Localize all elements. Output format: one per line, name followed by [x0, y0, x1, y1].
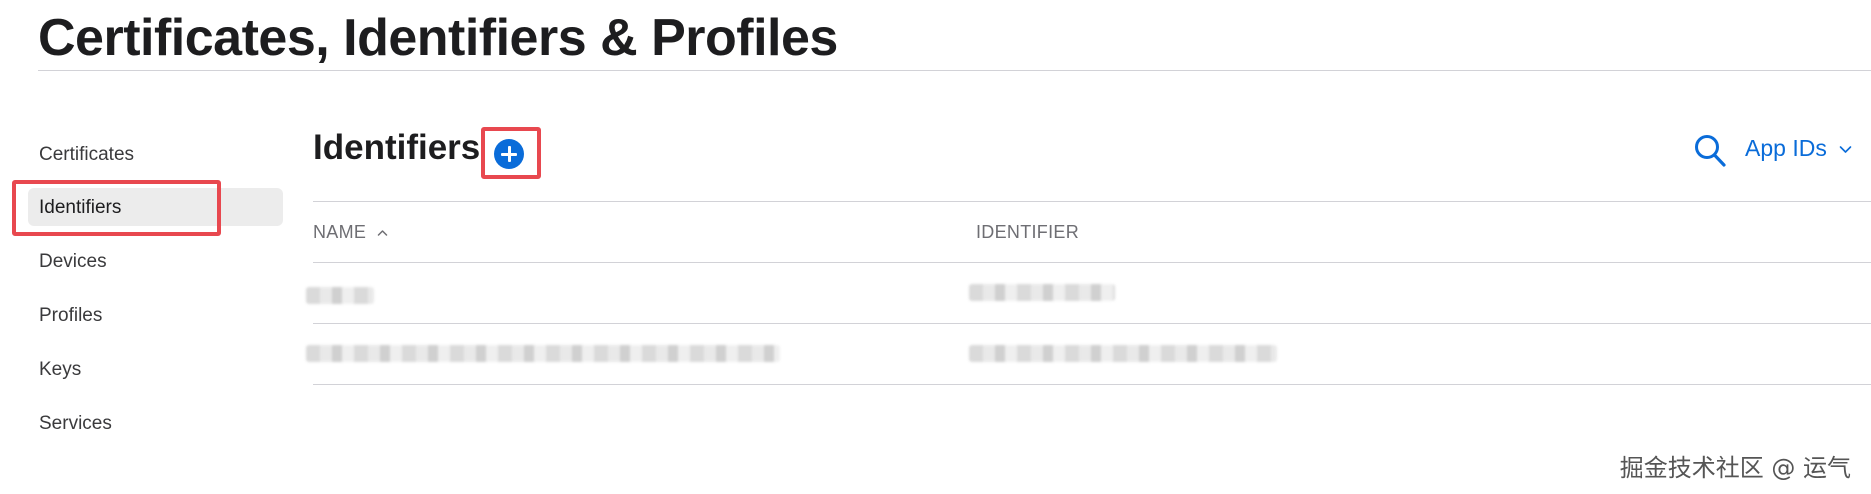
section-title: Identifiers	[313, 128, 481, 167]
column-header-label: IDENTIFIER	[976, 222, 1080, 242]
filter-selected-label: App IDs	[1745, 135, 1827, 161]
search-icon	[1695, 135, 1726, 167]
title-divider	[38, 70, 1871, 71]
sort-ascending-icon	[377, 230, 387, 236]
redacted-identifier	[969, 284, 1115, 301]
add-identifier-button[interactable]	[494, 139, 524, 169]
header-divider	[313, 262, 1871, 263]
watermark-text: 掘金技术社区 @ 运气	[1619, 454, 1851, 482]
app-ids-filter-dropdown[interactable]: App IDs	[1745, 135, 1852, 165]
row-divider	[313, 323, 1871, 324]
sidebar-item-identifiers[interactable]: Identifiers	[28, 188, 283, 226]
table-top-divider	[313, 201, 1871, 202]
sidebar-item-label: Services	[39, 413, 112, 434]
page-title: Certificates, Identifiers & Profiles	[38, 9, 838, 67]
column-header-label: NAME	[313, 222, 367, 242]
sidebar-item-devices[interactable]: Devices	[28, 242, 283, 280]
name-column-header[interactable]: NAME	[313, 222, 388, 243]
row-divider	[313, 384, 1871, 385]
redacted-name	[306, 345, 780, 362]
redacted-name	[306, 287, 374, 304]
sidebar-item-profiles[interactable]: Profiles	[28, 296, 283, 334]
sidebar-item-services[interactable]: Services	[28, 404, 283, 442]
redacted-identifier	[969, 345, 1277, 362]
identifier-column-header: IDENTIFIER	[976, 222, 1079, 243]
sidebar-item-label: Devices	[39, 251, 107, 272]
sidebar-item-label: Certificates	[39, 144, 135, 165]
sidebar-item-label: Identifiers	[39, 197, 122, 218]
sidebar-item-keys[interactable]: Keys	[28, 350, 283, 388]
sidebar-item-certificates[interactable]: Certificates	[28, 135, 283, 173]
search-button[interactable]	[1693, 133, 1727, 169]
sidebar-item-label: Profiles	[39, 305, 103, 326]
chevron-down-icon	[1839, 146, 1852, 154]
sidebar-item-label: Keys	[39, 359, 82, 380]
